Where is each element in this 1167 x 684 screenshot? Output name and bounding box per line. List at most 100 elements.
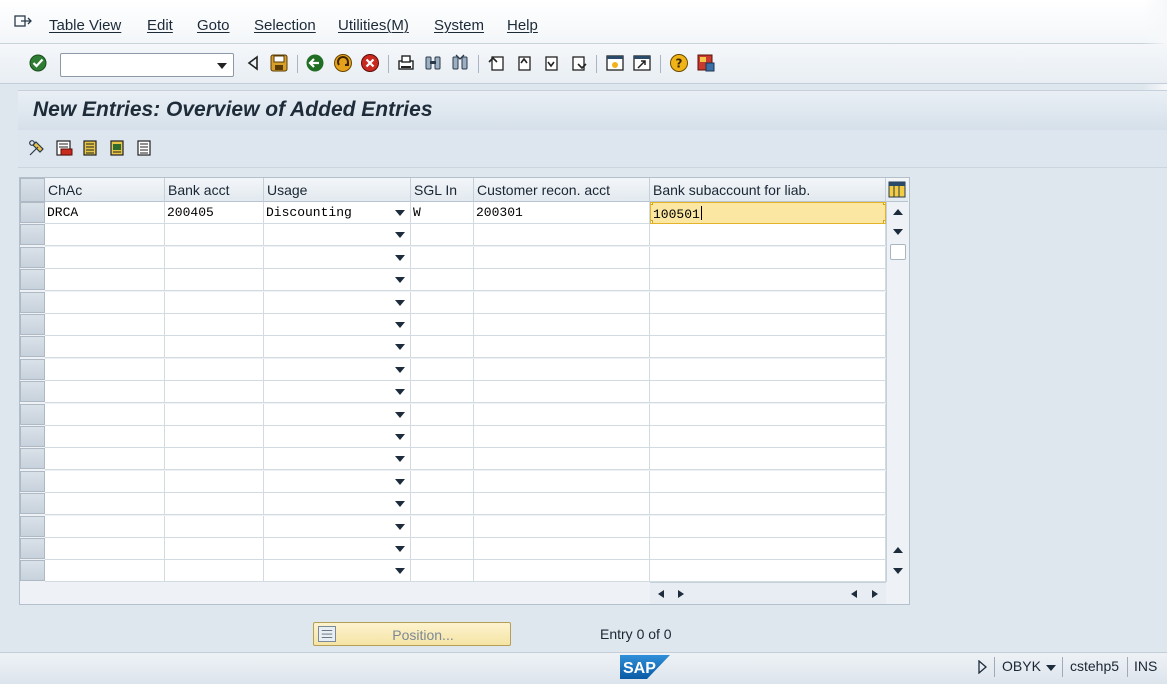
cell-usage[interactable] [264, 538, 411, 560]
chevron-down-icon[interactable] [395, 568, 405, 575]
row-selector[interactable] [20, 291, 45, 313]
status-expand-icon[interactable] [977, 660, 987, 674]
row-selector[interactable] [20, 515, 45, 537]
row-selector[interactable] [20, 470, 45, 492]
cell-customer-recon-acct[interactable] [474, 358, 650, 381]
chevron-down-icon[interactable] [395, 366, 405, 373]
menu-edit[interactable]: Edit [147, 17, 173, 34]
cell-bank-acct[interactable]: 200405 [165, 202, 264, 224]
cell-sgl-in[interactable] [411, 538, 474, 560]
menu-table-view[interactable]: Table View [49, 17, 121, 34]
position-button[interactable]: Position... [313, 622, 511, 646]
cell-chac[interactable] [45, 470, 165, 493]
scroll-down-icon[interactable] [893, 229, 903, 235]
delete-row-icon[interactable] [55, 139, 73, 157]
row-selector[interactable] [20, 381, 45, 403]
cell-usage[interactable] [264, 224, 411, 247]
cell-customer-recon-acct[interactable] [474, 246, 650, 269]
find-next-icon[interactable] [450, 53, 470, 73]
select-all-icon[interactable] [81, 139, 99, 157]
command-input[interactable] [61, 54, 211, 76]
column-header-bank-subaccount[interactable]: Bank subaccount for liab. [650, 178, 886, 202]
cell-bank-subaccount[interactable] [650, 269, 886, 292]
chevron-down-icon[interactable] [395, 411, 405, 418]
deselect-all-icon[interactable] [135, 139, 153, 157]
chevron-down-icon[interactable] [395, 501, 405, 508]
back-green-icon[interactable] [305, 53, 325, 73]
cell-chac[interactable] [45, 246, 165, 269]
scroll-right-icon[interactable] [872, 590, 878, 598]
scroll-down-icon[interactable] [893, 568, 903, 574]
cell-bank-acct[interactable] [165, 358, 264, 381]
cell-bank-subaccount[interactable] [650, 224, 886, 247]
cell-chac[interactable] [45, 381, 165, 404]
cell-usage[interactable] [264, 314, 411, 336]
menu-system[interactable]: System [434, 17, 484, 34]
chevron-down-icon[interactable] [395, 389, 405, 396]
cell-customer-recon-acct[interactable] [474, 403, 650, 426]
cell-bank-subaccount[interactable] [650, 291, 886, 314]
row-selector[interactable] [20, 560, 45, 582]
column-header-chac[interactable]: ChAc [45, 178, 165, 202]
cell-sgl-in[interactable] [411, 403, 474, 426]
row-selector[interactable] [20, 314, 45, 335]
cell-bank-subaccount[interactable] [650, 515, 886, 538]
cell-bank-acct[interactable] [165, 470, 264, 493]
cell-customer-recon-acct[interactable] [474, 448, 650, 471]
row-selector[interactable] [20, 448, 45, 470]
cell-bank-acct[interactable] [165, 515, 264, 538]
cell-sgl-in[interactable] [411, 291, 474, 314]
selection-handle[interactable] [651, 203, 653, 205]
scrollbar-thumb[interactable] [890, 244, 906, 260]
find-icon[interactable] [423, 53, 443, 73]
cancel-red-icon[interactable] [360, 53, 380, 73]
help-icon[interactable]: ? [669, 53, 689, 73]
scroll-left-icon[interactable] [658, 590, 664, 598]
chevron-down-icon[interactable] [395, 254, 405, 261]
cell-chac[interactable] [45, 358, 165, 381]
vertical-scrollbar[interactable] [886, 202, 908, 582]
cell-customer-recon-acct[interactable]: 200301 [474, 202, 650, 224]
row-selector[interactable] [20, 269, 45, 291]
chevron-down-icon[interactable] [217, 63, 227, 69]
cell-bank-acct[interactable] [165, 538, 264, 560]
row-selector[interactable] [20, 538, 45, 559]
cell-sgl-in[interactable] [411, 314, 474, 336]
cell-usage[interactable]: Discounting [264, 202, 411, 224]
menu-goto[interactable]: Goto [197, 17, 230, 34]
cell-bank-acct[interactable] [165, 269, 264, 292]
cell-bank-acct[interactable] [165, 246, 264, 269]
cell-bank-subaccount[interactable] [650, 538, 886, 560]
cell-bank-acct[interactable] [165, 224, 264, 247]
cell-customer-recon-acct[interactable] [474, 314, 650, 336]
cell-sgl-in[interactable] [411, 560, 474, 583]
cell-customer-recon-acct[interactable] [474, 381, 650, 404]
cell-sgl-in[interactable] [411, 336, 474, 359]
cell-bank-subaccount[interactable] [650, 246, 886, 269]
cell-usage[interactable] [264, 246, 411, 269]
chevron-down-icon[interactable] [395, 232, 405, 239]
scroll-up-icon[interactable] [893, 547, 903, 553]
shortcut-icon[interactable] [632, 53, 652, 73]
cell-usage[interactable] [264, 426, 411, 448]
scroll-right-icon[interactable] [678, 590, 684, 598]
change-display-icon[interactable] [28, 139, 46, 157]
cell-usage[interactable] [264, 493, 411, 516]
cell-usage[interactable] [264, 269, 411, 292]
exit-yellow-icon[interactable] [333, 53, 353, 73]
chevron-down-icon[interactable] [395, 456, 405, 463]
column-header-bank-acct[interactable]: Bank acct [165, 178, 264, 202]
chevron-down-icon[interactable] [395, 478, 405, 485]
cell-usage[interactable] [264, 358, 411, 381]
cell-chac[interactable] [45, 403, 165, 426]
cell-chac[interactable] [45, 515, 165, 538]
cell-bank-subaccount[interactable] [650, 314, 886, 336]
chevron-down-icon[interactable] [395, 210, 405, 216]
row-selector[interactable] [20, 202, 45, 223]
chevron-down-icon[interactable] [395, 344, 405, 351]
cell-bank-subaccount[interactable] [650, 493, 886, 516]
cell-customer-recon-acct[interactable] [474, 269, 650, 292]
cell-sgl-in[interactable] [411, 448, 474, 471]
cell-chac[interactable] [45, 291, 165, 314]
row-selector[interactable] [20, 358, 45, 380]
